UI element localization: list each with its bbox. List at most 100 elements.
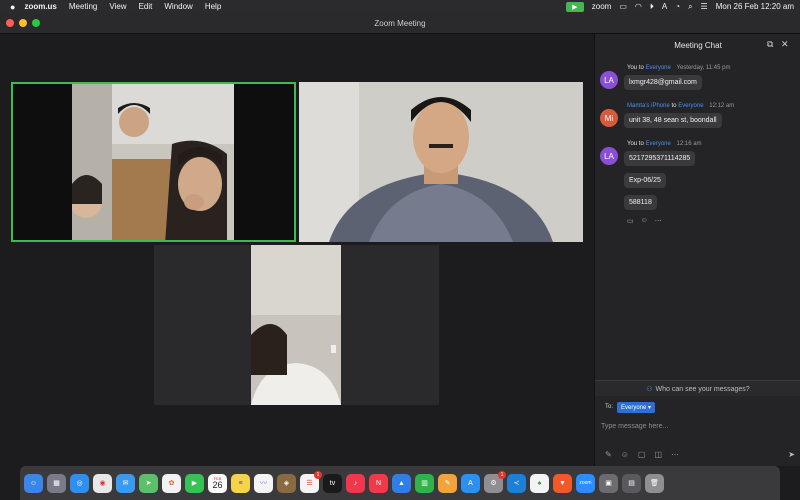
emoji-icon[interactable]: ☺ [621, 450, 629, 459]
video-frame-3 [251, 245, 341, 405]
keynote-icon[interactable]: ▲ [392, 473, 411, 493]
chat-message-1: LA You to Everyone Yesterday, 11:45 pm l… [600, 65, 796, 99]
recipient-link[interactable]: Everyone [645, 141, 670, 147]
who-can-see-label: Who can see your messages? [655, 385, 750, 393]
menu-item-window[interactable]: Window [164, 2, 192, 11]
window-title: Zoom Meeting [374, 18, 426, 28]
zoom-dock-label: zoom [579, 480, 592, 486]
mail-icon[interactable]: ✉ [116, 473, 135, 493]
send-icon[interactable]: ➤ [788, 450, 795, 459]
menu-item-help[interactable]: Help [205, 2, 221, 11]
to-word: to [638, 141, 644, 147]
apple-menu-icon[interactable]: ● [10, 2, 15, 12]
sender-name: You [627, 65, 638, 71]
zoom-status-word[interactable]: zoom [592, 2, 612, 11]
launchpad-icon[interactable]: ▦ [47, 473, 66, 493]
chrome-icon[interactable]: ◉ [93, 473, 112, 493]
minimize-window-button[interactable] [19, 19, 27, 27]
popout-icon[interactable]: ⧉ [767, 39, 773, 50]
video-tile-1[interactable] [11, 82, 296, 242]
finder-icon[interactable]: ☺ [24, 473, 43, 493]
add-reaction-icon[interactable]: ☺ [641, 217, 648, 225]
people-icon: ⚇ [646, 386, 653, 393]
reminders-badge: 1 [314, 470, 322, 479]
message-time: 12:16 am [676, 141, 702, 147]
news-icon[interactable]: N [369, 473, 388, 493]
menu-app-name[interactable]: zoom.us [24, 2, 56, 11]
window-titlebar: Zoom Meeting [0, 13, 800, 34]
notes-icon[interactable]: ≡ [231, 473, 250, 493]
recipient-dropdown[interactable]: Everyone ▾ [617, 402, 656, 413]
close-chat-icon[interactable]: ✕ [781, 39, 789, 50]
meeting-chat-panel: Meeting Chat ⧉ ✕ LA You to Everyone Yest… [594, 34, 800, 466]
freeform-icon[interactable]: 〰 [254, 473, 273, 493]
maps-icon[interactable]: ➤ [139, 473, 158, 493]
appstore-icon[interactable]: A [461, 473, 480, 493]
menu-item-view[interactable]: View [109, 2, 126, 11]
screenshot-icon[interactable]: ◫ [654, 450, 662, 459]
traffic-lights [6, 19, 40, 27]
sender-name: You [627, 141, 638, 147]
safari-icon[interactable]: ◎ [70, 473, 89, 493]
more-tools-icon[interactable]: ⋯ [671, 450, 679, 459]
participant-video-1 [72, 84, 234, 240]
control-center-icon[interactable]: ☰ [701, 2, 708, 11]
status-area: ▶ zoom ▭ ◠ ⏵ A ◔ ⌕ ☰ Mon 26 Feb 12:20 am [565, 0, 794, 13]
attach-file-icon[interactable]: ▢ [638, 450, 646, 459]
video-gallery [0, 34, 594, 466]
message-bubble[interactable]: unit 38, 48 sean st, boondall [624, 113, 722, 128]
menu-item-edit[interactable]: Edit [139, 2, 153, 11]
screenshot-app-icon[interactable]: ▣ [599, 473, 618, 493]
recipient-link[interactable]: Everyone [678, 103, 703, 109]
avatar: LA [600, 71, 618, 89]
spotlight-search-icon[interactable]: ⌕ [688, 2, 692, 12]
keka-icon[interactable]: ◈ [277, 473, 296, 493]
preview-icon[interactable]: ▤ [622, 473, 641, 493]
battery-icon[interactable]: ▭ [619, 2, 627, 11]
message-bubble[interactable]: lxmgr428@gmail.com [624, 75, 702, 90]
zoom-window-button[interactable] [32, 19, 40, 27]
video-tile-2[interactable] [299, 82, 583, 242]
close-window-button[interactable] [6, 19, 14, 27]
vscode-icon[interactable]: ≺ [507, 473, 526, 493]
message-bubble[interactable]: Exp-06/25 [624, 173, 666, 188]
avatar: Mi [600, 109, 618, 127]
input-source-icon[interactable]: A [662, 2, 667, 11]
pages-icon[interactable]: ✎ [438, 473, 457, 493]
chat-composer: To: Everyone ▾ ✎ ☺ ▢ ◫ ⋯ ➤ [595, 396, 800, 466]
numbers-icon[interactable]: ▥ [415, 473, 434, 493]
chevron-down-icon: ▾ [648, 405, 652, 411]
recipient-link[interactable]: Everyone [645, 65, 670, 71]
appletv-icon[interactable]: tv [323, 473, 342, 493]
zoom-icon[interactable]: zoom [576, 473, 595, 493]
format-text-icon[interactable]: ✎ [605, 450, 612, 459]
video-tile-3[interactable] [154, 245, 439, 405]
more-options-icon[interactable]: ⋯ [655, 217, 662, 225]
who-can-see-button[interactable]: ⚇ Who can see your messages? [595, 380, 800, 397]
brave-icon[interactable]: ▼ [553, 473, 572, 493]
trash-icon[interactable]: 🗑 [645, 473, 664, 493]
message-meta: You to Everyone Yesterday, 11:45 pm [627, 65, 730, 71]
reply-icon[interactable]: ▭ [627, 217, 634, 225]
reminders-icon[interactable]: ☰ 1 [300, 470, 322, 493]
clock-text[interactable]: Mon 26 Feb 12:20 am [716, 2, 794, 11]
message-bubble[interactable]: 5217295371114285 [624, 151, 696, 166]
settings-icon[interactable]: ⚙ 1 [484, 470, 506, 493]
mongodb-icon[interactable]: ♠ [530, 473, 549, 493]
headphones-icon[interactable]: ◠ [635, 2, 642, 11]
music-icon[interactable]: ♪ [346, 473, 365, 493]
message-bubble[interactable]: 588118 [624, 195, 657, 210]
calendar-day: 26 [212, 479, 223, 490]
menu-bar: ● zoom.us Meeting View Edit Window Help … [0, 0, 800, 13]
facetime-icon[interactable]: ▶ [185, 473, 204, 493]
zoom-camera-status-icon[interactable]: ▶ [565, 1, 584, 12]
to-label: To: [605, 404, 614, 410]
menu-item-meeting[interactable]: Meeting [69, 2, 97, 11]
photos-icon[interactable]: ✿ [162, 473, 181, 493]
participant-video-2 [299, 82, 583, 242]
calendar-icon[interactable]: FEB 26 [208, 473, 227, 493]
play-icon[interactable]: ⏵ [650, 2, 654, 12]
wifi-icon[interactable]: ◔ [675, 2, 680, 11]
video-frame-1 [72, 84, 234, 240]
message-input[interactable] [601, 418, 791, 434]
